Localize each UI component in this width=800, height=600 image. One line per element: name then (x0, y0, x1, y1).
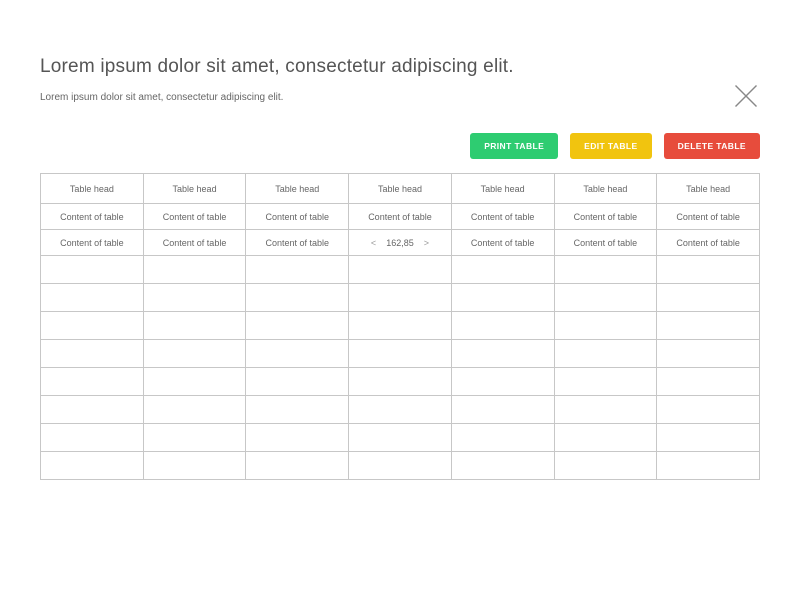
table-cell-empty (41, 424, 144, 452)
data-table: Table headTable headTable headTable head… (40, 173, 760, 480)
table-cell: Content of table (246, 230, 349, 256)
table-cell-empty (143, 312, 246, 340)
stepper-decrement-icon[interactable]: < (371, 238, 376, 248)
table-row: Content of tableContent of tableContent … (41, 204, 760, 230)
table-row-empty (41, 368, 760, 396)
delete-table-button[interactable]: DELETE TABLE (664, 133, 760, 159)
table-cell-empty (554, 368, 657, 396)
table-row-empty (41, 340, 760, 368)
page-title: Lorem ipsum dolor sit amet, consectetur … (40, 56, 760, 78)
table-cell-empty (554, 340, 657, 368)
table-cell-empty (41, 312, 144, 340)
table-cell: Content of table (246, 204, 349, 230)
table-row-empty (41, 424, 760, 452)
table-cell-empty (246, 284, 349, 312)
table-cell-empty (657, 424, 760, 452)
table-header-cell: Table head (41, 174, 144, 204)
table-row-empty (41, 396, 760, 424)
table-cell: Content of table (41, 204, 144, 230)
table-header-cell: Table head (143, 174, 246, 204)
table-cell: Content of table (657, 230, 760, 256)
table-cell-empty (41, 340, 144, 368)
table-cell: Content of table (349, 204, 452, 230)
table-cell-empty (143, 424, 246, 452)
close-icon[interactable] (732, 82, 760, 110)
table-cell-empty (554, 452, 657, 480)
table-cell-empty (246, 452, 349, 480)
page-subtitle: Lorem ipsum dolor sit amet, consectetur … (40, 92, 760, 103)
table-cell-empty (143, 396, 246, 424)
table-cell-empty (41, 452, 144, 480)
table-cell-empty (451, 284, 554, 312)
table-row-empty (41, 312, 760, 340)
table-header-cell: Table head (657, 174, 760, 204)
table-cell: Content of table (41, 230, 144, 256)
table-cell-empty (246, 368, 349, 396)
table-cell-empty (349, 312, 452, 340)
table-cell-empty (41, 256, 144, 284)
toolbar: PRINT TABLE EDIT TABLE DELETE TABLE (40, 133, 760, 159)
table-cell: Content of table (143, 230, 246, 256)
table-cell-empty (41, 368, 144, 396)
table-cell-empty (451, 340, 554, 368)
table-cell-empty (554, 256, 657, 284)
table-cell-empty (349, 256, 452, 284)
table-header-cell: Table head (451, 174, 554, 204)
table-cell-empty (657, 284, 760, 312)
table-cell-empty (657, 340, 760, 368)
table-cell-empty (349, 424, 452, 452)
stepper-value: 162,85 (386, 238, 414, 248)
table-row-empty (41, 452, 760, 480)
stepper-increment-icon[interactable]: > (424, 238, 429, 248)
table-cell: Content of table (451, 204, 554, 230)
table-cell-empty (246, 424, 349, 452)
table-cell-empty (349, 396, 452, 424)
table-cell-empty (657, 256, 760, 284)
table-cell-empty (143, 368, 246, 396)
table-cell-empty (554, 312, 657, 340)
table-cell-empty (143, 340, 246, 368)
table-cell-empty (554, 284, 657, 312)
table-cell-empty (246, 256, 349, 284)
table-cell-empty (143, 284, 246, 312)
table-cell-empty (554, 396, 657, 424)
table-cell-empty (246, 312, 349, 340)
table-cell-empty (657, 452, 760, 480)
table-cell-empty (451, 424, 554, 452)
table-cell-empty (451, 396, 554, 424)
table-cell-empty (41, 284, 144, 312)
table-cell-empty (246, 396, 349, 424)
table-cell: Content of table (451, 230, 554, 256)
table-cell-empty (554, 424, 657, 452)
table-cell-empty (657, 312, 760, 340)
table-row-empty (41, 256, 760, 284)
table-cell-empty (41, 396, 144, 424)
table-cell-empty (451, 312, 554, 340)
table-cell-empty (143, 256, 246, 284)
table-cell-empty (349, 452, 452, 480)
table-cell-empty (349, 368, 452, 396)
table-cell: <162,85 > (349, 230, 452, 256)
table-cell-empty (451, 256, 554, 284)
table-cell-empty (349, 340, 452, 368)
value-stepper: <162,85 > (371, 238, 429, 248)
table-cell-empty (657, 368, 760, 396)
edit-table-button[interactable]: EDIT TABLE (570, 133, 651, 159)
print-table-button[interactable]: PRINT TABLE (470, 133, 558, 159)
table-header-cell: Table head (349, 174, 452, 204)
table-cell-empty (657, 396, 760, 424)
table-cell: Content of table (554, 204, 657, 230)
table-row: Content of tableContent of tableContent … (41, 230, 760, 256)
table-cell-empty (451, 368, 554, 396)
table-cell-empty (143, 452, 246, 480)
table-cell-empty (451, 452, 554, 480)
table-row-empty (41, 284, 760, 312)
table-cell: Content of table (657, 204, 760, 230)
table-cell-empty (349, 284, 452, 312)
table-header-cell: Table head (554, 174, 657, 204)
table-header-cell: Table head (246, 174, 349, 204)
table-cell: Content of table (143, 204, 246, 230)
table-cell-empty (246, 340, 349, 368)
table-cell: Content of table (554, 230, 657, 256)
